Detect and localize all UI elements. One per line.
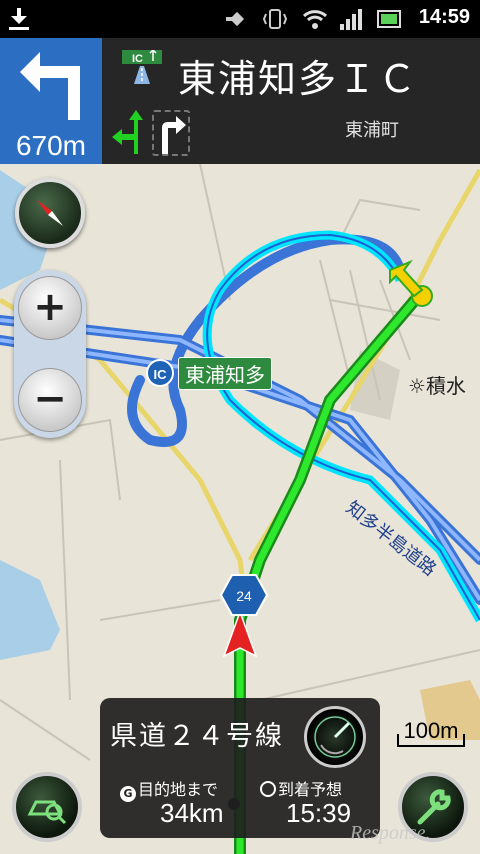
poi-label[interactable]: ☼積水 (408, 370, 466, 399)
radar-icon (314, 716, 356, 758)
interchange-label[interactable]: IC 東浦知多 (146, 356, 272, 390)
interchange-name: 東浦知多 (178, 356, 272, 390)
poi-name: 積水 (425, 374, 466, 398)
signal-icon (340, 9, 362, 30)
eta-time: 15:39 (286, 798, 352, 828)
watermark: Response. (350, 822, 431, 844)
turn-left-arrow-icon (20, 52, 80, 120)
eta-label-text: 到着予想 (278, 780, 343, 799)
road-number-sign: 24 (220, 574, 268, 616)
right-turn-lane-icon (162, 116, 186, 154)
destination-distance: 34km (160, 798, 224, 828)
goal-icon: G (120, 786, 136, 802)
road-number: 24 (236, 588, 252, 604)
download-icon (9, 8, 29, 30)
town-name: 東浦町 (345, 120, 399, 141)
radar-button[interactable] (304, 706, 366, 768)
map-scale: 100m (396, 718, 466, 748)
destination-label-text: 目的地まで (138, 780, 219, 799)
gps-icon (226, 11, 245, 27)
ic-badge-text: IC (132, 53, 143, 65)
battery-icon (377, 10, 401, 28)
status-time: 14:59 (418, 6, 470, 28)
wifi-icon (302, 10, 328, 29)
turn-indicator[interactable]: 670m (0, 38, 102, 164)
route-info-panel: 県道２４号線 G 目的地まで 到着予想 34km 15:39 (100, 698, 380, 838)
interchange-sign-icon: IC (122, 50, 162, 84)
compass-button[interactable] (15, 178, 85, 248)
current-road-name: 県道２４号線 (110, 721, 284, 752)
interchange-badge: IC (146, 359, 174, 387)
zoom-out-button[interactable]: − (18, 368, 82, 432)
zoom-controls: + − (14, 270, 86, 438)
next-point-name: 東浦知多ＩＣ (178, 57, 419, 101)
guidance-header: 670m IC 東浦知多ＩＣ 東浦町 (0, 38, 480, 164)
right-turn-lane (152, 110, 190, 156)
zoom-in-button[interactable]: + (18, 276, 82, 340)
eta-label: 到着予想 (260, 776, 342, 800)
vibrate-icon (262, 9, 288, 29)
search-button[interactable] (12, 772, 82, 842)
factory-icon: ☼ (408, 374, 426, 398)
status-bar: 14:59 (0, 0, 480, 38)
left-straight-lane-icon (112, 110, 143, 154)
compass-icon (37, 200, 63, 226)
scale-bar (397, 734, 465, 747)
map-search-icon (27, 800, 67, 825)
clock-icon (260, 781, 276, 797)
turn-distance: 670m (15, 130, 87, 161)
